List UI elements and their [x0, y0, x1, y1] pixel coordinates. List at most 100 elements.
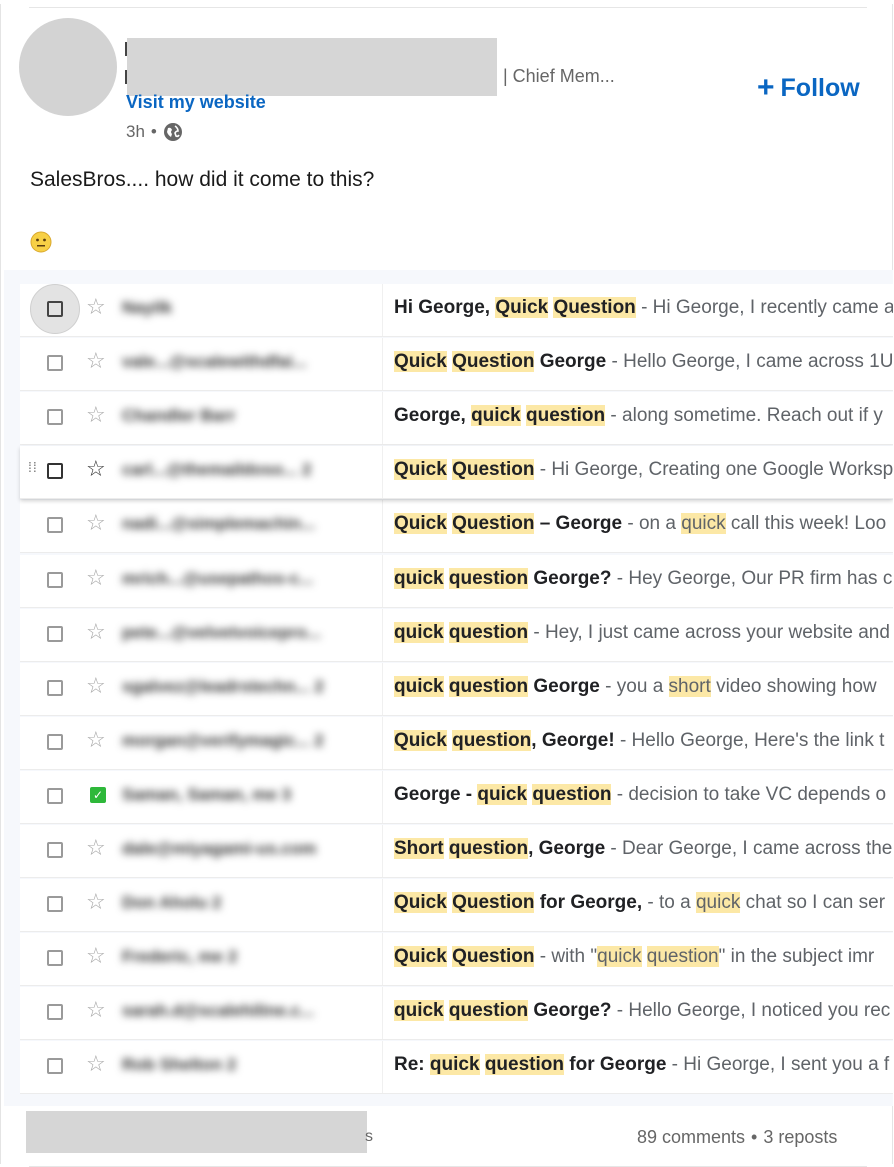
- highlighted-subject-word: question: [448, 567, 529, 589]
- highlighted-subject-word: Short: [394, 838, 444, 859]
- star-icon[interactable]: ☆: [86, 999, 106, 1021]
- highlighted-subject-word: question: [448, 621, 529, 643]
- highlighted-preview-word: quick: [597, 946, 642, 968]
- email-row[interactable]: ☆ sgalvez@leadrstechn... 2 quick question …: [20, 662, 893, 716]
- star-icon[interactable]: ☆: [86, 458, 106, 480]
- drag-handle-icon[interactable]: ⁞⁞: [28, 460, 38, 474]
- star-icon[interactable]: ☆: [86, 566, 106, 589]
- email-subject-preview: Quick Question - Hi George, Creating one…: [394, 459, 893, 481]
- email-subject: – George: [534, 513, 623, 535]
- star-icon[interactable]: ☆: [86, 728, 106, 751]
- star-icon[interactable]: ☆: [86, 404, 106, 426]
- select-checkbox[interactable]: [47, 679, 63, 696]
- select-checkbox[interactable]: [47, 463, 63, 480]
- plus-icon: +: [757, 70, 775, 104]
- star-icon[interactable]: ☆: [86, 891, 106, 913]
- row-separator: [382, 879, 383, 932]
- email-row[interactable]: ☆ Chandler Barr George, quick question - a…: [20, 392, 893, 446]
- email-sender: Rob Shelton 2: [122, 1055, 237, 1075]
- select-checkbox[interactable]: [47, 571, 63, 588]
- highlighted-subject-word: Quick: [394, 351, 447, 373]
- select-checkbox[interactable]: [47, 355, 63, 372]
- star-icon[interactable]: ☆: [86, 1053, 106, 1075]
- select-checkbox[interactable]: [47, 896, 63, 913]
- highlighted-subject-word: question: [448, 675, 529, 697]
- star-icon[interactable]: ☆: [86, 296, 106, 318]
- star-icon[interactable]: ☆: [86, 512, 106, 534]
- highlighted-subject-word: Quick: [394, 459, 447, 481]
- star-icon[interactable]: ☆: [86, 674, 106, 697]
- email-sender: Nayilk: [122, 298, 173, 317]
- highlighted-subject-word: quick: [477, 783, 528, 805]
- select-checkbox[interactable]: [47, 733, 63, 750]
- highlighted-subject-word: Quick: [394, 946, 447, 968]
- email-row[interactable]: ☆ sarah.d@scalehiline.c... quick question …: [20, 987, 893, 1041]
- email-preview: - Hello George, I came across 1U: [606, 351, 893, 373]
- email-inbox-screenshot: ☆ Nayilk Hi George, Quick Question - Hi Ge…: [4, 270, 893, 1106]
- email-row[interactable]: ☆ morgan@verifymagic... 2 Quick question, …: [20, 716, 893, 770]
- email-preview: video showing how: [710, 675, 877, 697]
- stats-separator: •: [751, 1127, 758, 1147]
- email-row[interactable]: ☆ mrich...@usepathos-c... quick question G…: [20, 554, 893, 608]
- email-row[interactable]: ☆ nadi...@simplemachin... Quick Question –…: [20, 500, 893, 554]
- email-sender: vale...@scalewithdfai...: [122, 352, 307, 372]
- email-preview: - with ": [534, 946, 598, 968]
- reposts-count[interactable]: 3 reposts: [763, 1127, 837, 1147]
- email-preview: call this week! Loo: [725, 513, 887, 535]
- email-subject-preview: quick question - Hey, I just came across…: [394, 621, 890, 644]
- highlighted-preview-word: question: [646, 946, 719, 968]
- star-icon[interactable]: ☆: [86, 945, 106, 967]
- email-row[interactable]: ☆ Nayilk Hi George, Quick Question - Hi Ge…: [20, 284, 893, 337]
- email-row[interactable]: ☆ Don Aholu 2 Quick Question for George, -…: [20, 879, 893, 933]
- row-separator: [382, 392, 383, 445]
- email-subject: Hi George,: [394, 297, 496, 318]
- highlighted-subject-word: quick: [394, 1000, 444, 1022]
- email-subject: for George,: [534, 892, 643, 914]
- select-checkbox[interactable]: [47, 409, 63, 426]
- email-row[interactable]: ☆ dale@miyagami-us.com Short question, Geo…: [20, 825, 893, 878]
- select-checkbox[interactable]: [47, 517, 63, 534]
- green-check-icon[interactable]: ✓: [90, 786, 106, 803]
- select-checkbox[interactable]: [47, 1058, 63, 1075]
- email-subject-preview: Quick Question - with "quick question" i…: [394, 946, 874, 968]
- row-separator: [382, 608, 383, 661]
- star-icon[interactable]: ☆: [86, 620, 106, 643]
- highlighted-subject-word: Question: [452, 892, 535, 914]
- highlighted-subject-word: Question: [553, 297, 636, 318]
- select-checkbox[interactable]: [47, 625, 63, 642]
- email-row[interactable]: ⁞⁞ ☆ carl...@themaildoso... 2 Quick Questio…: [20, 446, 893, 500]
- avatar[interactable]: [19, 18, 117, 116]
- email-subject-preview: Quick Question for George, - to a quick …: [394, 892, 885, 914]
- email-subject: George -: [394, 783, 478, 805]
- select-checkbox[interactable]: [47, 842, 63, 858]
- email-row[interactable]: ☆ pete...@velvetvoicepro... quick question…: [20, 608, 893, 662]
- email-sender: nadi...@simplemachin...: [122, 514, 316, 534]
- email-row[interactable]: ☆ Frederic, me 2 Quick Question - with "qu…: [20, 933, 893, 987]
- email-sender: carl...@themaildoso... 2: [122, 460, 312, 480]
- email-preview: " in the subject imr: [718, 946, 875, 968]
- linkedin-post-card: | Chief Mem... Visit my website 3h • + F…: [0, 4, 893, 1167]
- email-row[interactable]: ✓ Saman, Saman, me 3 George - quick questi…: [20, 770, 893, 824]
- highlighted-preview-word: short: [668, 675, 711, 697]
- visit-website-link[interactable]: Visit my website: [126, 92, 266, 113]
- select-checkbox[interactable]: [47, 950, 63, 967]
- row-separator: [382, 716, 383, 769]
- highlighted-subject-word: Question: [452, 513, 535, 535]
- email-subject-preview: Re: quick question for George - Hi Georg…: [394, 1054, 889, 1076]
- email-subject: , George!: [531, 729, 615, 751]
- select-checkbox[interactable]: [47, 1004, 63, 1021]
- select-checkbox[interactable]: [47, 787, 63, 804]
- select-checkbox[interactable]: [47, 301, 63, 317]
- email-preview: - Hi George, I recently came a: [635, 297, 893, 318]
- email-preview: chat so I can ser: [740, 892, 886, 914]
- star-icon[interactable]: ☆: [86, 350, 106, 372]
- email-row[interactable]: ☆ Rob Shelton 2 Re: quick question for Geo…: [20, 1041, 893, 1095]
- email-sender: Saman, Saman, me 3: [122, 784, 292, 804]
- highlighted-subject-word: quick: [471, 405, 521, 427]
- reactions-redaction: [26, 1111, 367, 1153]
- follow-button[interactable]: + Follow: [757, 70, 860, 104]
- email-row[interactable]: ☆ vale...@scalewithdfai... Quick Question …: [20, 338, 893, 392]
- comments-count[interactable]: 89 comments: [637, 1127, 745, 1147]
- star-icon[interactable]: ☆: [86, 837, 106, 859]
- meta-separator: •: [150, 122, 157, 141]
